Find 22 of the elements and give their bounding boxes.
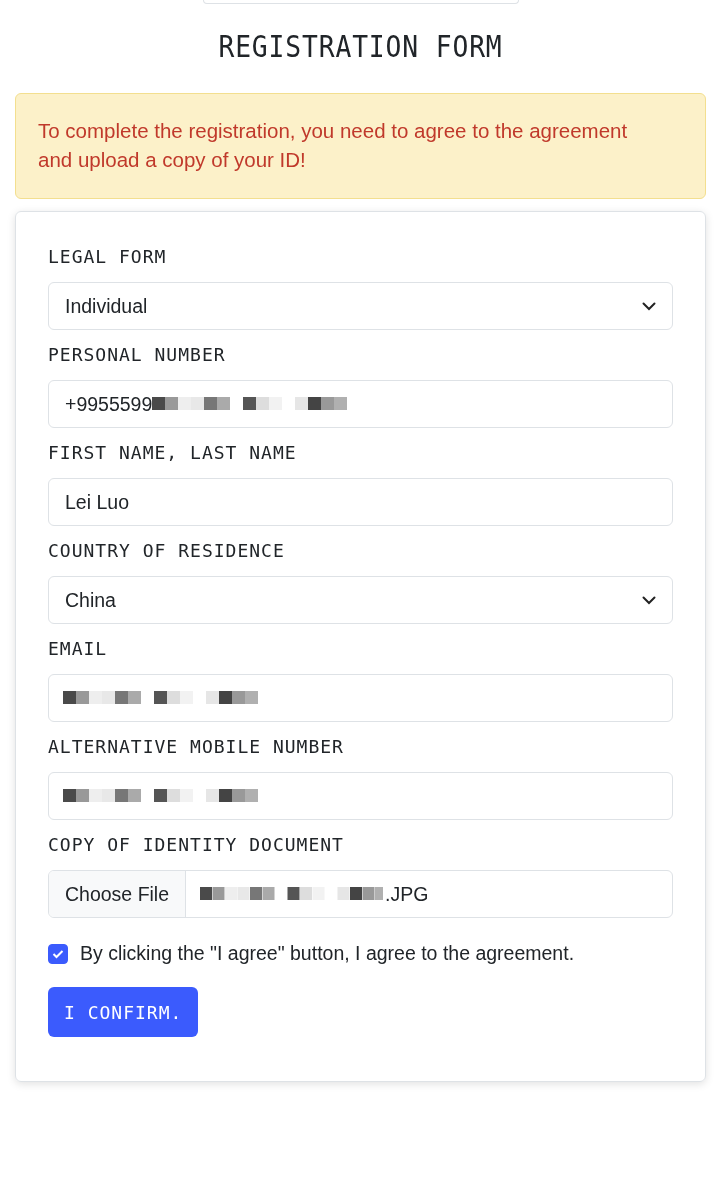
checkbox[interactable] — [48, 943, 68, 964]
input-field[interactable]: +9955599 — [48, 380, 673, 428]
select-field[interactable]: Individual — [48, 282, 673, 330]
form-title: REGISTRATION FORM — [217, 27, 504, 66]
field-label: ALTERNATIVE MOBILE NUMBER — [48, 736, 345, 758]
confirm-button[interactable]: I CONFIRM. — [48, 987, 199, 1037]
checkbox-label: By clicking the "I agree" button, I agree to the agreement. — [80, 942, 575, 965]
chevron-down-icon — [642, 595, 656, 605]
select-field[interactable]: China — [48, 576, 673, 624]
chevron-down-icon — [642, 301, 656, 311]
field-label: FIRST NAME, LAST NAME — [48, 442, 298, 464]
choose-file-button[interactable]: Choose File — [49, 871, 187, 917]
file-input[interactable]: Choose File .JPG — [48, 870, 673, 918]
alert-message: To complete the registration, you need to agree to the agreement and upload a copy of your ID! — [15, 93, 706, 199]
field-label: PERSONAL NUMBER — [48, 344, 227, 366]
field-label: LEGAL FORM — [48, 246, 168, 268]
field-label: COUNTRY OF RESIDENCE — [48, 540, 286, 562]
field-label: EMAIL — [48, 638, 109, 660]
input-field[interactable]: Lei Luo — [48, 478, 673, 526]
checkmark-icon — [52, 948, 64, 959]
file-name: .JPG — [385, 882, 429, 906]
field-label: COPY OF IDENTITY DOCUMENT — [48, 834, 345, 856]
